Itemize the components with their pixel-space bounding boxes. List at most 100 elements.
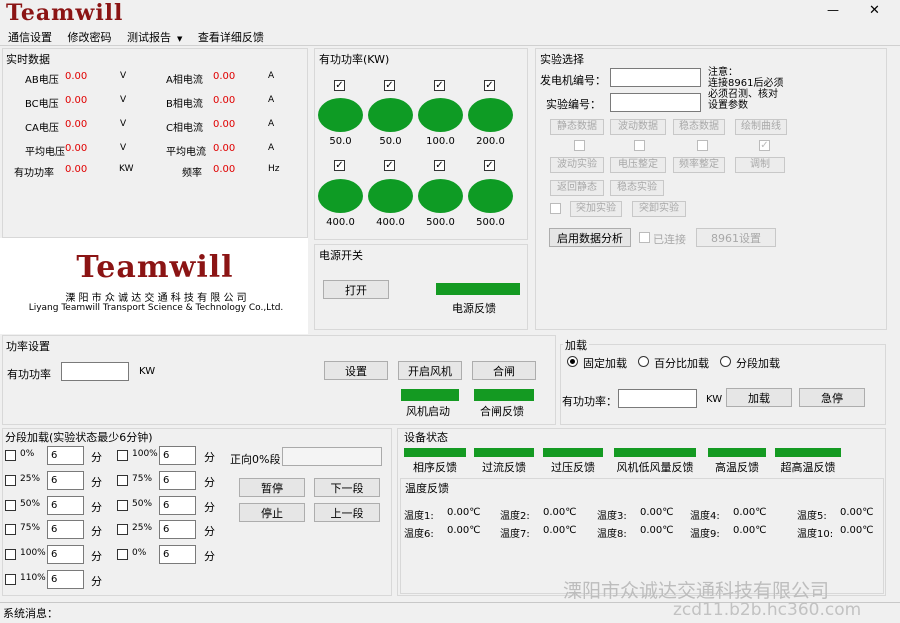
segment-right-checkbox[interactable] (117, 450, 128, 461)
connected-checkbox[interactable] (639, 232, 650, 243)
radio-fixed-load[interactable] (567, 356, 578, 367)
segment-left-checkbox[interactable] (5, 450, 16, 461)
temperature-value: 0.00℃ (733, 525, 767, 536)
close-button[interactable]: ✕ (869, 3, 880, 18)
segment-left-unit: 分 (91, 501, 102, 514)
realtime-left-label: 有功功率 (14, 168, 54, 179)
device-status-label: 高温反馈 (715, 461, 759, 474)
experiment-button[interactable]: 绘制曲线 (735, 119, 787, 135)
realtime-right-unit: A (268, 71, 275, 81)
power-unit-checkbox[interactable]: ✓ (334, 80, 345, 91)
segment-right-input[interactable]: 6 (159, 545, 196, 564)
realtime-right-unit: A (268, 119, 275, 129)
temperature-value: 0.00℃ (840, 507, 874, 518)
experiment-button[interactable]: 电压整定 (610, 157, 666, 173)
set-button[interactable]: 设置 (324, 361, 388, 380)
device-settings-button[interactable]: 8961设置 (696, 228, 776, 247)
segment-left-checkbox[interactable] (5, 475, 16, 486)
experiment-button[interactable]: 波动实验 (550, 157, 604, 173)
temperature-label: 温度4: (690, 511, 720, 522)
power-unit-checkbox[interactable]: ✓ (384, 160, 395, 171)
segment-right-checkbox[interactable] (117, 549, 128, 560)
experiment-button[interactable]: 突卸实验 (632, 201, 686, 217)
emergency-stop-button[interactable]: 急停 (799, 388, 865, 407)
menu-view-feedback[interactable]: 查看详细反馈 (198, 31, 264, 44)
segment-left-input[interactable]: 6 (47, 520, 84, 539)
power-feedback-label: 电源反馈 (452, 302, 496, 315)
enable-analysis-button[interactable]: 启用数据分析 (549, 228, 631, 247)
minimize-button[interactable]: — (827, 3, 839, 17)
power-unit-checkbox[interactable]: ✓ (384, 80, 395, 91)
menu-change-password[interactable]: 修改密码 (68, 31, 112, 44)
power-unit-value: 200.0 (476, 136, 505, 147)
temperature-value: 0.00℃ (447, 507, 481, 518)
experiment-button[interactable]: 频率整定 (673, 157, 725, 173)
power-unit-indicator (468, 98, 513, 132)
realtime-right-label: A相电流 (166, 75, 203, 86)
experiment-button[interactable]: 返回静态 (550, 180, 604, 196)
segment-left-input[interactable]: 6 (47, 545, 84, 564)
prev-segment-button[interactable]: 上一段 (314, 503, 380, 522)
segment-right-label: 100% (132, 449, 158, 459)
realtime-left-label: 平均电压 (25, 147, 65, 158)
stop-button[interactable]: 停止 (239, 503, 305, 522)
power-unit-checkbox[interactable]: ✓ (434, 80, 445, 91)
segment-left-input[interactable]: 6 (47, 471, 84, 490)
segment-right-unit: 分 (204, 501, 215, 514)
radio-percent-load-label: 百分比加载 (654, 357, 709, 370)
realtime-right-value: 0.00 (213, 164, 236, 175)
segment-left-input[interactable]: 6 (47, 496, 84, 515)
radio-percent-load[interactable] (638, 356, 649, 367)
power-unit-checkbox[interactable]: ✓ (484, 160, 495, 171)
radio-segment-load[interactable] (720, 356, 731, 367)
experiment-option-checkbox[interactable]: ✓ (759, 140, 770, 151)
segment-left-checkbox[interactable] (5, 574, 16, 585)
pause-button[interactable]: 暂停 (239, 478, 305, 497)
company-logo: Teamwill (76, 250, 234, 285)
realtime-right-value: 0.00 (213, 143, 236, 154)
segment-right-checkbox[interactable] (117, 524, 128, 535)
experiment-checkbox[interactable] (550, 203, 561, 214)
segment-right-checkbox[interactable] (117, 475, 128, 486)
segment-left-input[interactable]: 6 (47, 570, 84, 589)
close-switch-button[interactable]: 合闸 (472, 361, 536, 380)
next-segment-button[interactable]: 下一段 (314, 478, 380, 497)
fan-on-button[interactable]: 开启风机 (398, 361, 462, 380)
segment-right-input[interactable]: 6 (159, 520, 196, 539)
experiment-option-checkbox[interactable] (697, 140, 708, 151)
experiment-button[interactable]: 波动数据 (610, 119, 666, 135)
experiment-button[interactable]: 调制 (735, 157, 785, 173)
realtime-left-value: 0.00 (65, 71, 88, 82)
loading-active-input[interactable] (618, 389, 697, 408)
segment-right-input[interactable]: 6 (159, 471, 196, 490)
segment-left-checkbox[interactable] (5, 549, 16, 560)
experiment-option-checkbox[interactable] (574, 140, 585, 151)
experiment-no-input[interactable] (610, 93, 701, 112)
experiment-button[interactable]: 突加实验 (570, 201, 622, 217)
power-unit-value: 500.0 (476, 217, 505, 228)
loading-unit: KW (706, 394, 723, 405)
power-unit-checkbox[interactable]: ✓ (334, 160, 345, 171)
power-open-button[interactable]: 打开 (323, 280, 389, 299)
realtime-left-value: 0.00 (65, 119, 88, 130)
experiment-button[interactable]: 静态数据 (550, 119, 604, 135)
segment-right-checkbox[interactable] (117, 500, 128, 511)
segment-right-input[interactable]: 6 (159, 446, 196, 465)
power-unit-checkbox[interactable]: ✓ (434, 160, 445, 171)
generator-input[interactable] (610, 68, 701, 87)
menu-comm-settings[interactable]: 通信设置 (8, 31, 52, 44)
menu-test-report[interactable]: 测试报告 ▼ (127, 31, 182, 44)
power-unit-value: 100.0 (426, 136, 455, 147)
segment-right-input[interactable]: 6 (159, 496, 196, 515)
realtime-left-unit: V (120, 143, 127, 153)
experiment-button[interactable]: 稳态数据 (673, 119, 725, 135)
segment-right-unit: 分 (204, 451, 215, 464)
segment-left-input[interactable]: 6 (47, 446, 84, 465)
segment-left-checkbox[interactable] (5, 524, 16, 535)
power-setting-input[interactable] (61, 362, 129, 381)
experiment-button[interactable]: 稳态实验 (610, 180, 664, 196)
segment-left-checkbox[interactable] (5, 500, 16, 511)
load-button[interactable]: 加载 (726, 388, 792, 407)
power-unit-checkbox[interactable]: ✓ (484, 80, 495, 91)
experiment-option-checkbox[interactable] (634, 140, 645, 151)
